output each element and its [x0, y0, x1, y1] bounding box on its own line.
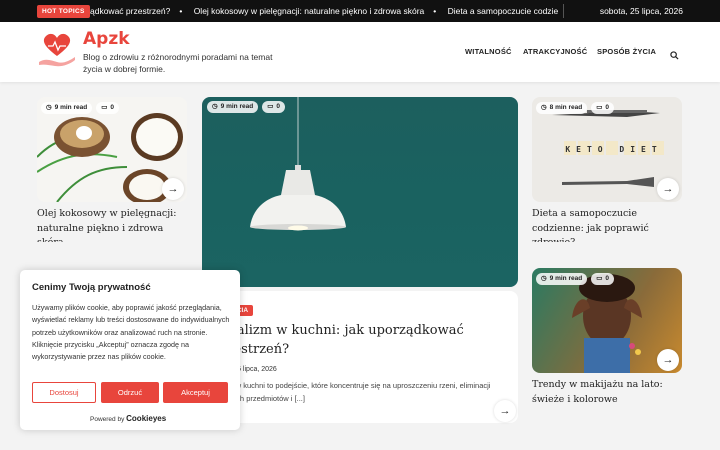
news-ticker: ądkować przestrzeń? • Olej kokosowy w pie…	[90, 0, 558, 22]
post-meta-badges: ◷ 8 min read ▭ 0	[536, 102, 614, 114]
current-date: sobota, 25 lipca, 2026	[599, 6, 683, 16]
nav-item-witalnosc[interactable]: WITALNOŚĆ	[465, 47, 512, 56]
nav-item-sposob-zycia[interactable]: SPOSÓB ŻYCIA	[597, 47, 656, 56]
clock-icon: ◷	[541, 104, 547, 111]
logo-icon[interactable]	[37, 32, 77, 73]
clock-icon: ◷	[541, 275, 547, 282]
comment-icon: ▭	[101, 104, 108, 111]
site-header: Apzk Blog o zdrowiu z różnorodnymi porad…	[0, 22, 720, 82]
post-card[interactable]: KETO DIET ◷ 8 min read ▭ 0 → Dieta a samop…	[532, 97, 682, 242]
post-title[interactable]: Olej kokosowy w pielęgnacji: naturalne p…	[37, 207, 187, 242]
ticker-item[interactable]: Dieta a samopoczucie codzienne: ja	[448, 0, 558, 22]
comment-icon: ▭	[267, 103, 274, 110]
reject-button[interactable]: Odrzuć	[101, 382, 159, 403]
comment-icon: ▭	[596, 104, 603, 111]
divider	[563, 4, 564, 18]
top-bar: HOT TOPICS ądkować przestrzeń? • Olej kok…	[0, 0, 720, 22]
cookieyes-logo[interactable]: Cookieyes	[126, 414, 166, 423]
post-card[interactable]: ◷ 9 min read ▭ 0 → Olej kokosowy w pielęgn…	[37, 97, 187, 242]
post-title[interactable]: Dieta a samopoczucie codzienne: jak popr…	[532, 207, 682, 242]
comments-badge[interactable]: ▭ 0	[96, 102, 119, 114]
powered-by: Powered by Cookieyes	[90, 414, 167, 423]
ticker-item[interactable]: ądkować przestrzeń?	[90, 0, 170, 22]
featured-post[interactable]: ◷9 min read ▭0 ÓB ŻYCIA nimalizm w kuchn…	[202, 97, 518, 427]
arrow-right-icon[interactable]: →	[657, 349, 679, 371]
ticker-item[interactable]: Olej kokosowy w pielęgnacji: naturalne p…	[194, 0, 425, 22]
arrow-right-icon[interactable]: →	[494, 400, 516, 422]
comments-badge[interactable]: ▭ 0	[591, 102, 614, 114]
read-time-badge: ◷ 9 min read	[41, 102, 93, 114]
post-meta-badges: ◷ 9 min read ▭ 0	[536, 273, 614, 285]
featured-image[interactable]	[202, 97, 518, 287]
comments-badge[interactable]: ▭ 0	[262, 101, 285, 113]
featured-body: ÓB ŻYCIA nimalizm w kuchni: jak uporządk…	[202, 291, 518, 423]
cookie-consent-banner: Cenimy Twoją prywatność Używamy plików c…	[20, 270, 240, 430]
post-meta-badges: ◷ 9 min read ▭ 0	[207, 101, 285, 113]
read-time-badge: ◷ 8 min read	[536, 102, 588, 114]
search-icon[interactable]	[670, 47, 679, 65]
customize-button[interactable]: Dostosuj	[32, 382, 96, 403]
post-title[interactable]: Trendy w makijażu na lato: świeże i kolo…	[532, 378, 682, 407]
read-time-badge: ◷ 9 min read	[207, 101, 259, 113]
arrow-right-icon[interactable]: →	[162, 178, 184, 200]
cookie-heading: Cenimy Twoją prywatność	[32, 282, 151, 293]
featured-title[interactable]: nimalizm w kuchni: jak uporządkować prze…	[212, 321, 472, 359]
clock-icon: ◷	[212, 103, 218, 110]
keto-diet-tiles: KETO DIET	[565, 145, 662, 154]
nav-item-atrakcyjnosc[interactable]: ATRAKCYJNOŚĆ	[523, 47, 587, 56]
accept-button[interactable]: Akceptuj	[163, 382, 228, 403]
arrow-right-icon[interactable]: →	[657, 178, 679, 200]
comment-icon: ▭	[596, 275, 603, 282]
featured-excerpt: nalizm w kuchni to podejście, które konc…	[212, 381, 491, 403]
post-card[interactable]: ◷ 9 min read ▭ 0 → Trendy w makijażu na la…	[532, 268, 682, 413]
clock-icon: ◷	[46, 104, 52, 111]
hot-topics-label: HOT TOPICS	[37, 5, 90, 18]
site-tagline: Blog o zdrowiu z różnorodnymi poradami n…	[83, 52, 273, 74]
comments-badge[interactable]: ▭ 0	[591, 273, 614, 285]
site-name[interactable]: Apzk	[83, 29, 130, 49]
read-time-badge: ◷ 9 min read	[536, 273, 588, 285]
post-meta-badges: ◷ 9 min read ▭ 0	[41, 102, 119, 114]
cookie-text: Używamy plików cookie, aby poprawić jako…	[32, 303, 230, 362]
